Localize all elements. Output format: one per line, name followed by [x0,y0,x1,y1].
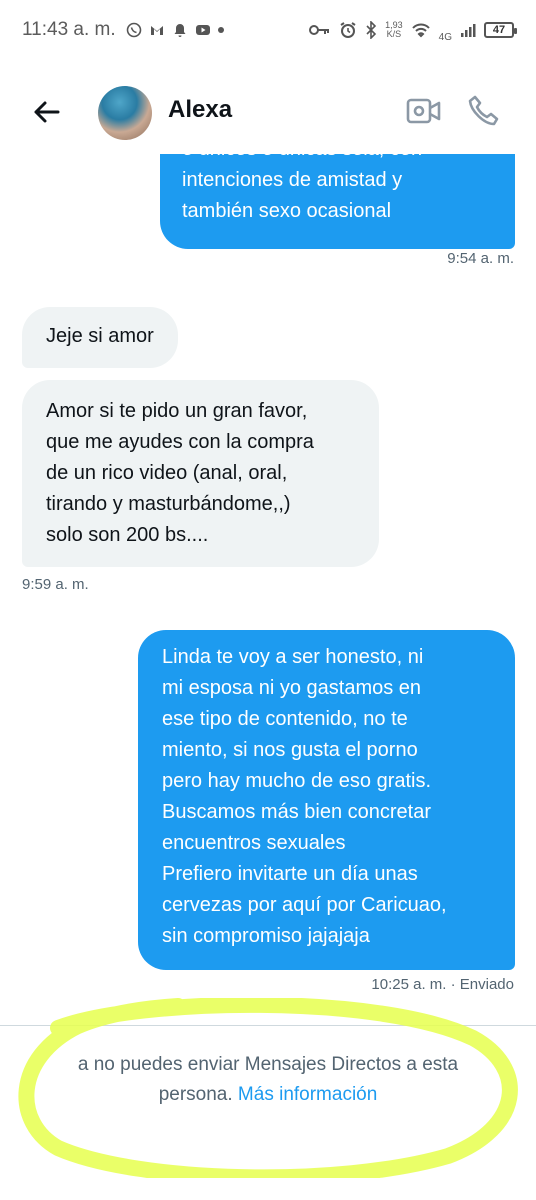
key-icon [309,25,330,35]
signal-icon [461,24,476,37]
notification-bell-icon [174,24,186,37]
youtube-icon [195,25,210,35]
message-bubble-incoming[interactable]: Jeje si amor [22,307,178,368]
notice-line-2-prefix: persona. [158,1084,238,1105]
status-left: 11:43 a. m. [22,19,224,41]
message-timestamp: 9:54 a. m. [447,250,514,267]
message-line: intenciones de amistad y [182,169,403,191]
network-type: 4G [438,31,452,43]
status-time: 11:43 a. m. [22,19,116,40]
notice-line-1: a no puedes enviar Mensajes Directos a e… [77,1054,459,1075]
bluetooth-icon [366,21,377,39]
avatar[interactable] [98,86,152,140]
back-arrow-icon[interactable] [28,94,64,130]
message-timestamp-sent: 10:25 a. m. · Enviado [371,976,514,993]
message-line: Amor si te pido un gran favor, [46,400,308,422]
status-bar: 11:43 a. m. 1,93 K/S 4G 47 [0,0,536,60]
message-line: sin compromiso jajajaja [162,925,370,947]
message-line: Buscamos más bien concretar [162,801,432,823]
message-bubble-outgoing[interactable]: o únicos o únicas sola, con intenciones … [160,140,515,249]
message-line: tirando y masturbándome,,) [46,493,291,515]
message-bubble-outgoing[interactable]: Linda te voy a ser honesto, ni mi esposa… [138,630,515,970]
battery-level: 47 [492,24,506,36]
battery-icon: 47 [484,22,517,38]
footer-divider [0,1025,536,1026]
message-line: de un rico video (anal, oral, [46,462,288,484]
message-line: Jeje si amor [46,325,154,347]
more-info-link[interactable]: Más información [238,1084,377,1105]
message-line: pero hay mucho de eso gratis. [162,770,432,792]
net-speed-unit: K/S [386,29,402,39]
message-line: mi esposa ni yo gastamos en [162,677,422,699]
whatsapp-icon [126,22,141,38]
message-line: Linda te voy a ser honesto, ni [162,646,424,668]
message-line: también sexo ocasional [182,200,392,222]
more-dot-icon [217,27,224,33]
notice-line-2: persona. Más información [0,1080,536,1110]
dm-unavailable-notice: a no puedes enviar Mensajes Directos a e… [0,1050,536,1110]
message-line: solo son 200 bs.... [46,524,209,546]
alarm-icon [340,22,356,38]
gmail-icon [150,26,163,35]
video-call-icon[interactable] [406,95,442,127]
message-line: miento, si nos gusta el porno [162,739,418,761]
message-line: cervezas por aquí por Caricuao, [162,894,447,916]
phone-call-icon[interactable] [466,93,502,129]
message-timestamp: 9:59 a. m. [22,576,89,593]
message-list[interactable]: o únicos o únicas sola, con intenciones … [0,140,536,1010]
message-line: que me ayudes con la compra [46,431,314,453]
wifi-icon [411,23,430,38]
message-line: encuentros sexuales [162,832,346,854]
message-line: ese tipo de contenido, no te [162,708,408,730]
contact-name[interactable]: Alexa [168,96,232,124]
net-speed: 1,93 K/S [385,21,403,39]
conversation-header: Alexa [0,68,536,154]
status-right: 1,93 K/S 4G 47 [309,18,517,43]
notification-icons [126,22,224,38]
message-bubble-incoming[interactable]: Amor si te pido un gran favor, que me ay… [22,380,379,567]
message-line: Prefiero invitarte un día unas [162,863,418,885]
